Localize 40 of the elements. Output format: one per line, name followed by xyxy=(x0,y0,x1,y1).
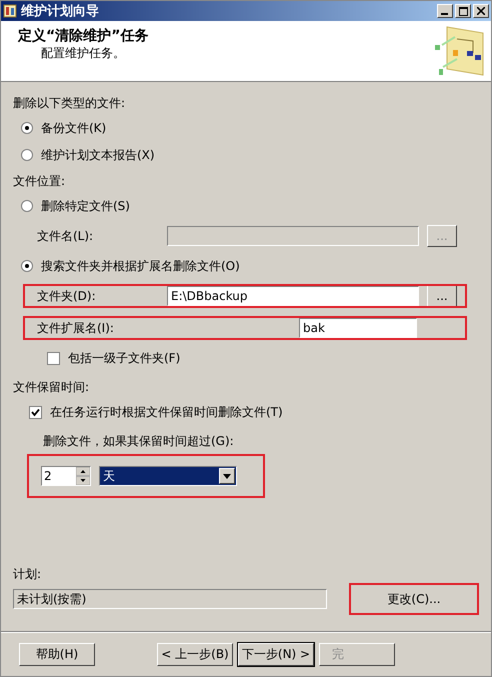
maximize-icon xyxy=(458,6,468,16)
radio-option[interactable]: 备份文件(K) xyxy=(21,118,479,138)
folder-field[interactable]: E:\DBbackup xyxy=(167,286,419,306)
field-label: 文件扩展名(I): xyxy=(37,320,115,336)
section-label: 计划: xyxy=(13,566,42,583)
checkbox-option[interactable]: 在任务运行时根据文件保留时间删除文件(T) xyxy=(29,402,479,422)
maximize-button[interactable] xyxy=(455,4,471,18)
wizard-button[interactable]: 帮助(H) xyxy=(19,642,95,666)
spin-arrows-icon xyxy=(76,467,90,485)
section-label: 文件位置: xyxy=(13,173,66,190)
radio-option[interactable]: 维护计划文本报告(X) xyxy=(21,145,479,165)
option-label: 搜索文件夹并根据扩展名删除文件(O) xyxy=(41,258,240,274)
checkbox-option[interactable]: 包括一级子文件夹(F) xyxy=(47,348,479,368)
window-title: 维护计划向导 xyxy=(21,2,100,20)
section-label: 删除以下类型的文件: xyxy=(13,95,126,112)
field-label: 文件名(L): xyxy=(37,228,94,244)
page-subtitle: 配置维护任务。 xyxy=(40,45,126,62)
option-label: 维护计划文本报告(X) xyxy=(41,146,155,164)
page-title: 定义“清除维护”任务 xyxy=(18,27,148,45)
close-button[interactable] xyxy=(473,4,489,18)
unit-dropdown[interactable]: 天 xyxy=(99,466,237,486)
field-label: 删除文件，如果其保留时间超过(G): xyxy=(43,433,235,450)
extension-field[interactable]: bak xyxy=(299,318,417,338)
wizard-button[interactable]: < 上一步(B) xyxy=(157,642,233,666)
minimize-button[interactable] xyxy=(437,4,453,18)
browse-button[interactable]: ... xyxy=(427,285,457,307)
option-label: 备份文件(K) xyxy=(41,120,106,136)
radio-option[interactable]: 删除特定文件(S) xyxy=(21,196,479,216)
option-label: 在任务运行时根据文件保留时间删除文件(T) xyxy=(50,404,283,420)
option-label: 删除特定文件(S) xyxy=(41,198,130,214)
radio-option[interactable]: 搜索文件夹并根据扩展名删除文件(O) xyxy=(21,256,479,276)
dropdown-arrow-icon xyxy=(223,474,231,478)
number-spinner[interactable]: 2 xyxy=(41,466,91,486)
field-label: 文件夹(D): xyxy=(37,288,97,304)
app-icon xyxy=(3,4,17,18)
close-icon xyxy=(477,7,485,15)
schedule-field: 未计划(按需) xyxy=(13,589,327,609)
wizard-button[interactable]: 下一步(N) > xyxy=(238,642,314,666)
section-label: 文件保留时间: xyxy=(13,379,90,396)
option-label: 包括一级子文件夹(F) xyxy=(68,350,180,366)
